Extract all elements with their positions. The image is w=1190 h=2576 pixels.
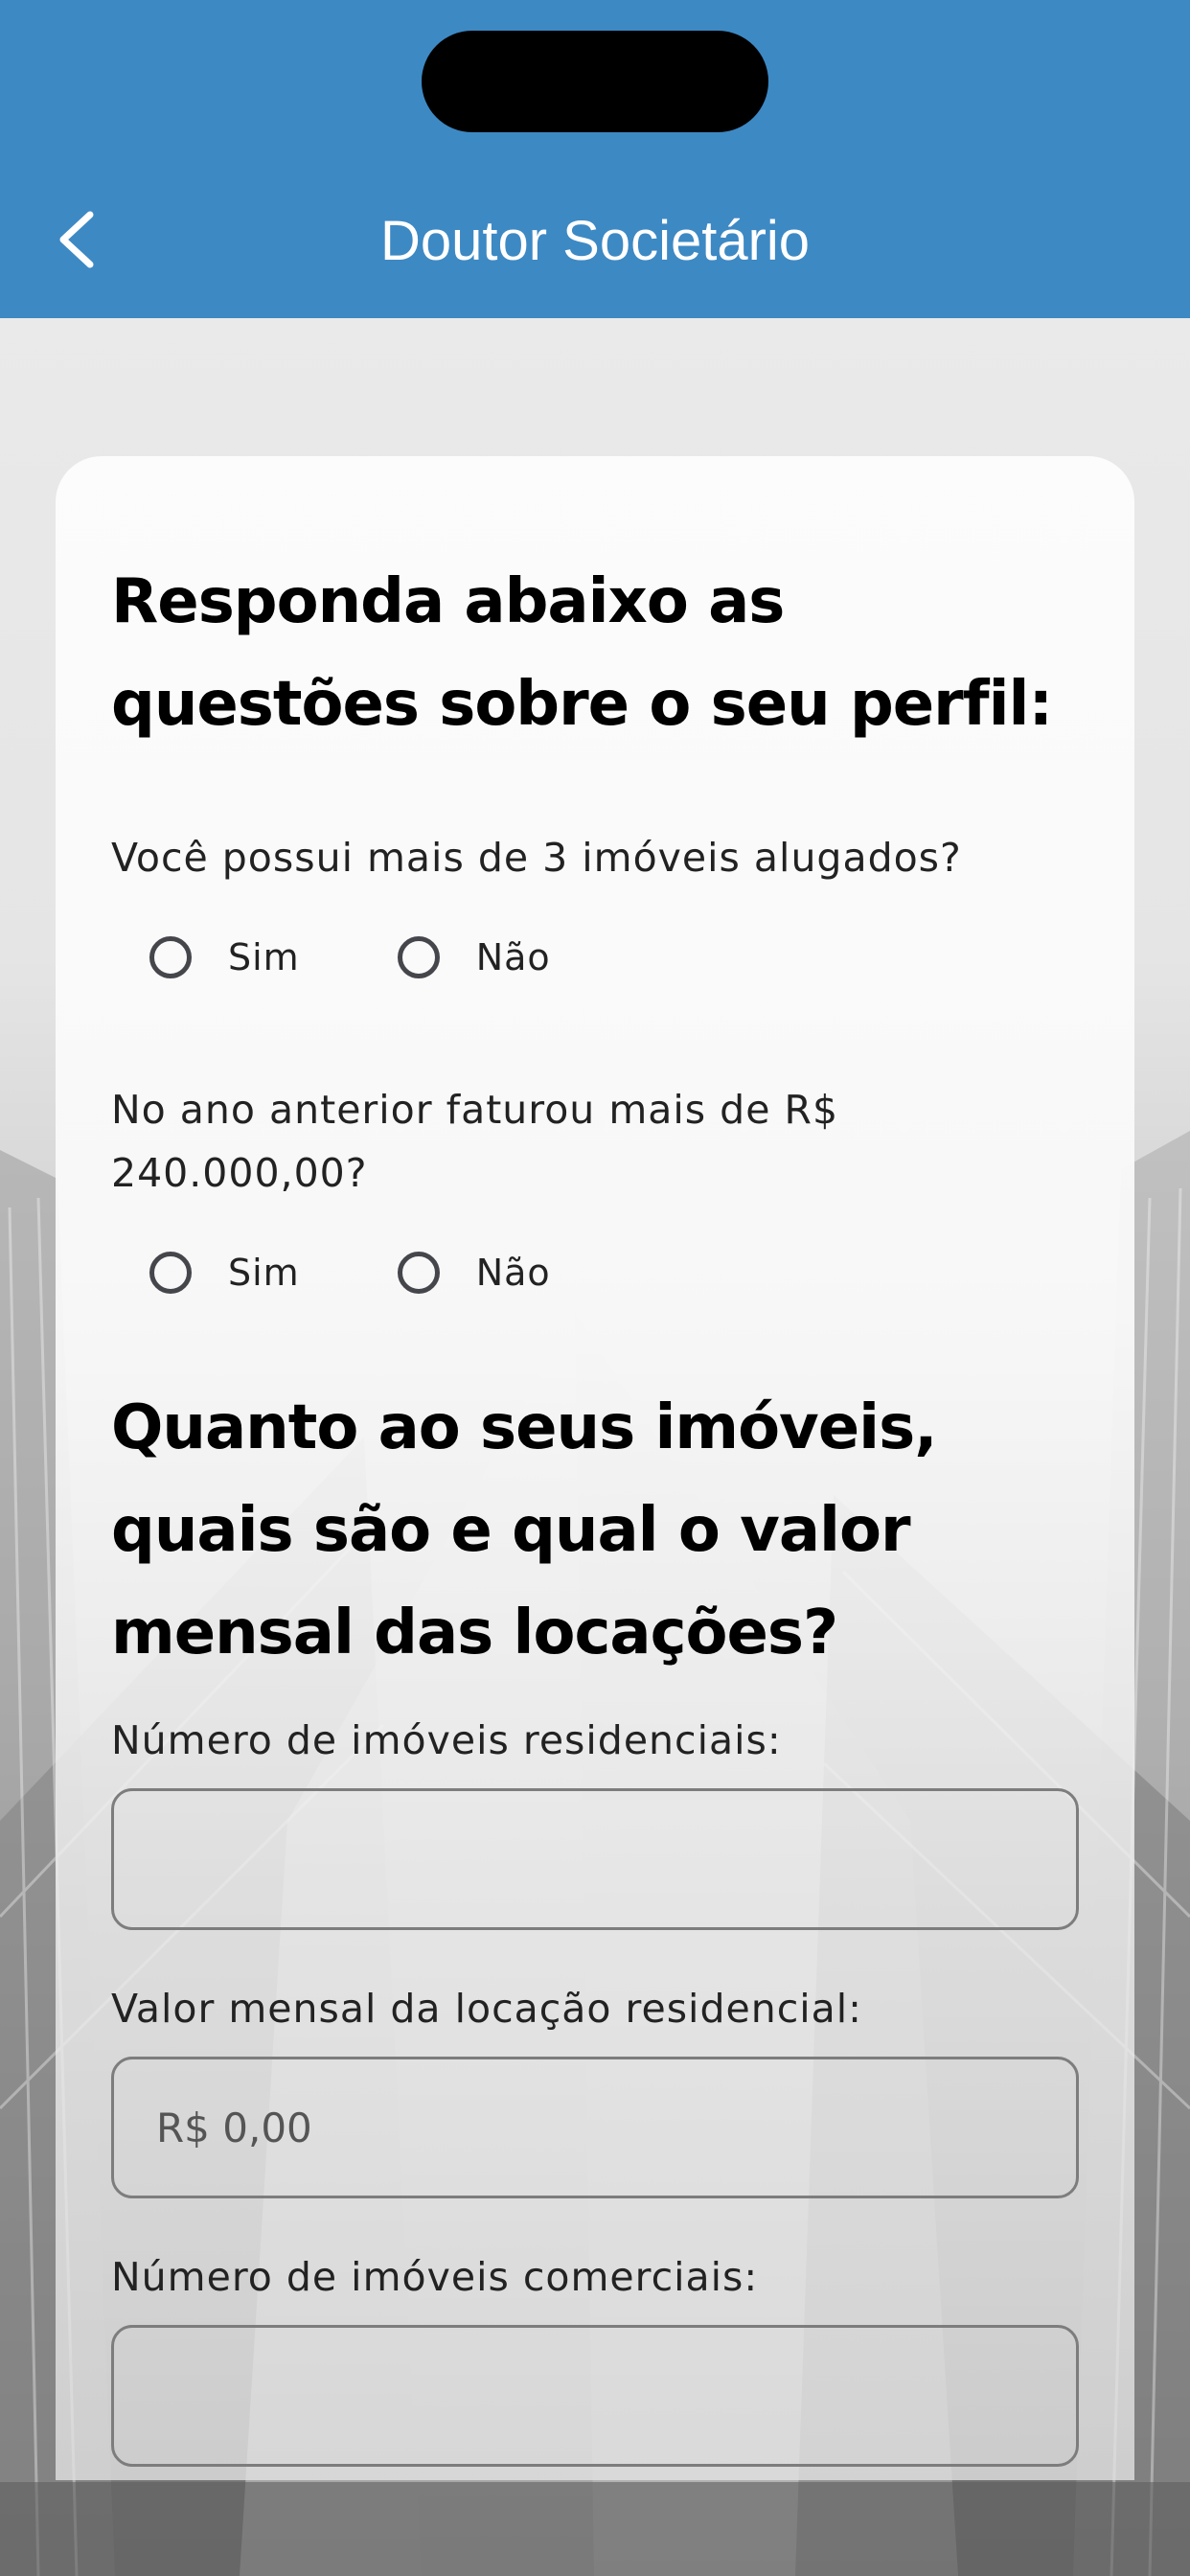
properties-heading: Quanto ao seus imóveis, quais são e qual… [111, 1392, 938, 1668]
radio-group-revenue: Sim Não [149, 1239, 551, 1306]
radio-label: Sim [228, 1252, 300, 1294]
residential-count-input[interactable] [111, 1788, 1079, 1930]
question-rented-properties: Você possui mais de 3 imóveis alugados? [111, 835, 962, 881]
radio-circle[interactable] [149, 936, 192, 978]
profile-heading: Responda abaixo as questões sobre o seu … [111, 566, 1053, 740]
radio-option-sim[interactable]: Sim [149, 1252, 300, 1294]
page-title: Doutor Societário [379, 210, 811, 272]
radio-option-sim[interactable]: Sim [149, 936, 300, 978]
app-header: Doutor Societário [0, 0, 1190, 318]
commercial-count-label: Número de imóveis comerciais: [111, 2254, 759, 2300]
radio-label: Não [475, 936, 551, 978]
radio-circle[interactable] [397, 936, 440, 978]
residential-count-label: Número de imóveis residenciais: [111, 1717, 782, 1763]
radio-label: Não [475, 1252, 551, 1294]
residential-rent-label: Valor mensal da locação residencial: [111, 1986, 862, 2032]
radio-option-nao[interactable]: Não [397, 1252, 551, 1294]
radio-group-rented-properties: Sim Não [149, 924, 551, 991]
residential-rent-input[interactable] [111, 2057, 1079, 2198]
commercial-count-input[interactable] [111, 2325, 1079, 2467]
camera-notch [422, 31, 768, 132]
radio-option-nao[interactable]: Não [397, 936, 551, 978]
radio-circle[interactable] [397, 1252, 440, 1294]
radio-circle[interactable] [149, 1252, 192, 1294]
app-screen: Doutor Societário Responda abaixo as que… [0, 0, 1190, 2576]
question-revenue: No ano anterior faturou mais de R$ 240.0… [111, 1087, 839, 1196]
radio-label: Sim [228, 936, 300, 978]
